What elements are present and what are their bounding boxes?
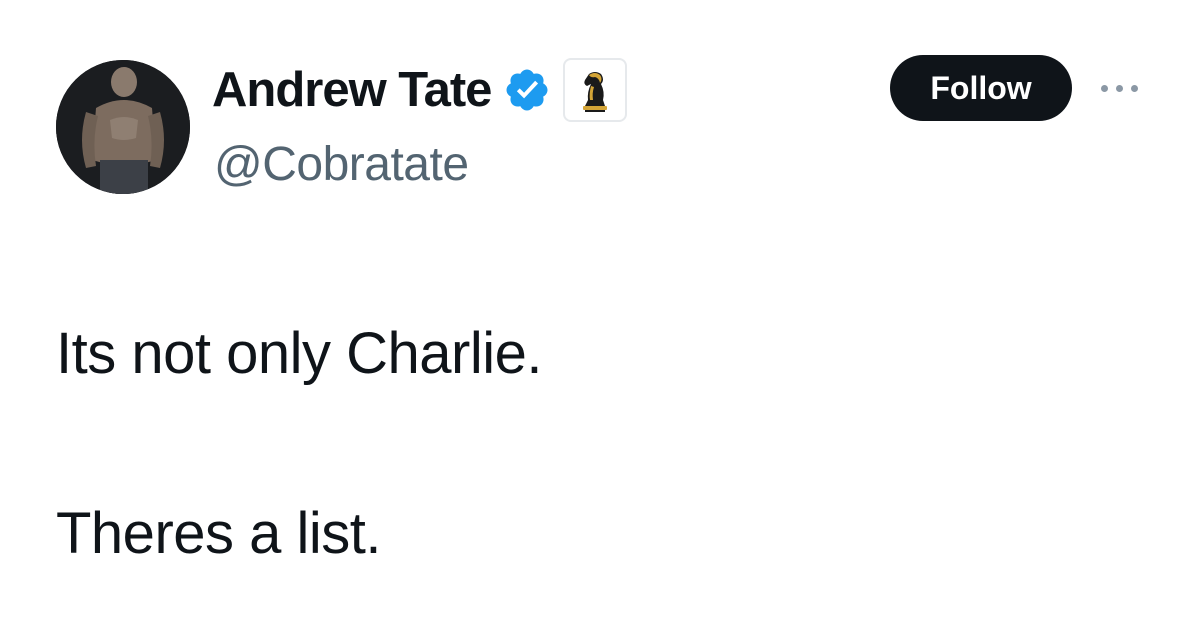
more-dot — [1115, 84, 1123, 92]
avatar-image — [56, 60, 190, 194]
tweet-text-line: Its not only Charlie. — [56, 321, 542, 386]
follow-button[interactable]: Follow — [890, 55, 1072, 121]
more-dot — [1130, 84, 1138, 92]
tweet-card: Andrew Tate @Cobratate Follow Its not on… — [0, 0, 1200, 644]
author-name-row: Andrew Tate — [212, 58, 628, 122]
more-dot — [1100, 84, 1108, 92]
author-handle[interactable]: @Cobratate — [214, 137, 469, 192]
author-display-name[interactable]: Andrew Tate — [212, 62, 492, 118]
more-options-icon[interactable] — [1094, 72, 1144, 104]
chess-knight-icon[interactable] — [563, 58, 628, 122]
tweet-text-line: Theres a list. — [56, 501, 382, 566]
author-avatar[interactable] — [56, 60, 190, 194]
verified-badge-icon[interactable] — [503, 66, 551, 114]
